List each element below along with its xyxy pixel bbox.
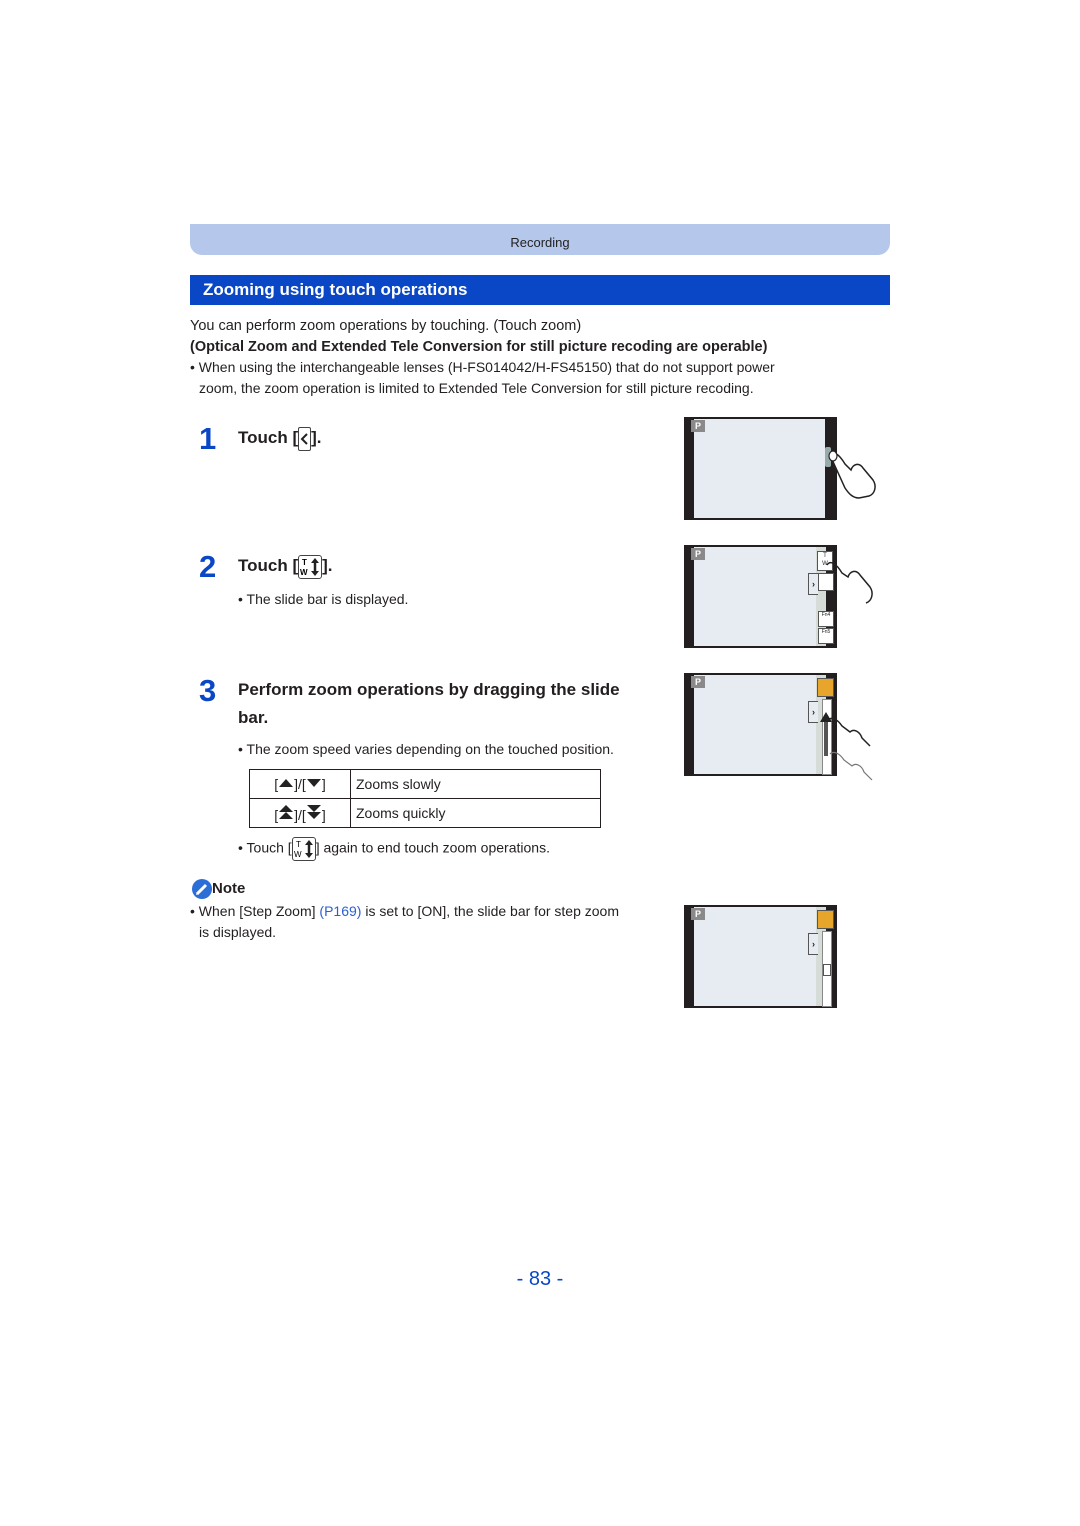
camera-screen-step1: P (684, 417, 837, 520)
tw-zoom-icon: T W (298, 554, 323, 579)
page-number: - 83 - (516, 1268, 564, 1290)
zoom-desc-fast: Zooms quickly (350, 798, 601, 828)
zoom-desc-slow: Zooms slowly (350, 769, 601, 799)
end-zoom-bullet: • Touch [ T W ] again to end touch zoom … (238, 837, 550, 861)
finger-touch-icon (826, 561, 873, 604)
section-title: Zooming using touch operations (190, 275, 890, 305)
camera-screen-step-zoom: P › (684, 905, 837, 1008)
tab-open-icon (298, 426, 312, 451)
step-3-title: Perform zoom operations by dragging the … (238, 680, 620, 727)
table-row: []/[] Zooms quickly (249, 798, 601, 828)
intro-text: You can perform zoom operations by touch… (190, 318, 582, 334)
arrow-down-icon (306, 779, 321, 787)
zoom-keys-fast: []/[] (249, 798, 351, 828)
chevron-right-icon[interactable]: › (808, 933, 818, 955)
mode-badge: P (691, 908, 705, 920)
camera-screen-step2: P TW › Fn4 Fn5 (684, 545, 837, 648)
svg-text:W: W (300, 568, 308, 577)
mode-badge: P (691, 548, 705, 560)
table-row: []/[] Zooms slowly (249, 769, 601, 799)
note-text: • When [Step Zoom] (P169) is set to [ON]… (190, 903, 619, 940)
pencil-note-icon (192, 879, 212, 899)
step-number-3: 3 (199, 673, 217, 708)
step-zoom-slide-bar[interactable] (822, 931, 832, 1007)
page-link-p169[interactable]: (P169) (319, 903, 361, 919)
step-2-bullet: • The slide bar is displayed. (238, 591, 409, 607)
fn4-button[interactable]: Fn4 (818, 611, 834, 627)
tw-zoom-icon: T W (291, 837, 316, 861)
slider-thumb[interactable] (823, 964, 831, 976)
section-label: Recording (510, 235, 570, 250)
zoom-speed-table: []/[] Zooms slowly []/[] Zooms quickly (249, 769, 601, 828)
section-header-band: Recording (190, 224, 890, 255)
zoom-keys-slow: []/[] (249, 769, 351, 799)
svg-text:W: W (294, 850, 302, 859)
step-1-title: Touch [ ]. (238, 425, 322, 451)
tw-zoom-active-icon[interactable] (817, 910, 834, 929)
step-number-1: 1 (199, 421, 217, 456)
arrow-up-icon (279, 779, 294, 787)
step-number-2: 2 (199, 549, 217, 584)
mode-badge: P (691, 676, 705, 688)
step-2-title: Touch [ T W ]. (238, 554, 333, 579)
intro-bold-text: (Optical Zoom and Extended Tele Conversi… (190, 339, 768, 355)
finger-drag-icon (820, 712, 873, 781)
double-arrow-up-icon (279, 804, 294, 819)
mode-badge: P (691, 420, 705, 432)
step-3-bullet: • The zoom speed varies depending on the… (238, 741, 614, 757)
svg-text:T: T (302, 558, 307, 567)
note-heading: Note (192, 879, 245, 899)
chevron-right-icon[interactable]: › (808, 573, 818, 595)
finger-touch-icon (828, 450, 876, 499)
tw-zoom-active-icon[interactable] (817, 678, 834, 697)
intro-bullet: • When using the interchangeable lenses … (190, 359, 775, 396)
svg-text:T: T (296, 840, 301, 849)
camera-screen-step3: P › (684, 673, 837, 776)
double-arrow-down-icon (306, 804, 321, 819)
fn5-button[interactable]: Fn5 (818, 628, 834, 644)
chevron-right-icon[interactable]: › (808, 701, 818, 723)
